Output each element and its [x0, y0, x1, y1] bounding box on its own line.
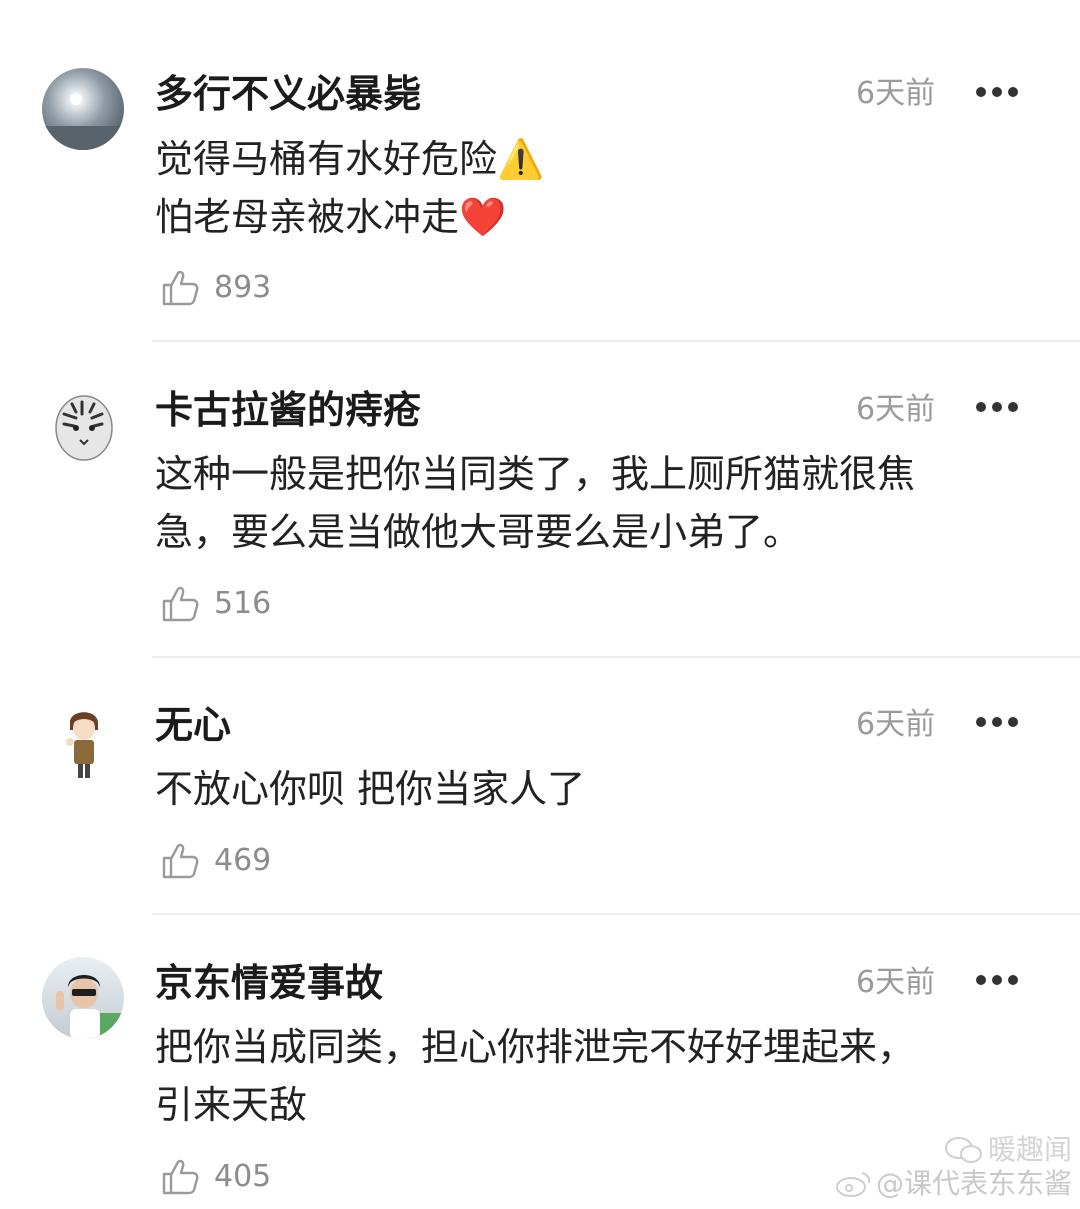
comment-text: 这种一般是把你当同类了，我上厕所猫就很焦 急，要么是当做他大哥要么是小弟了。 [155, 445, 1025, 561]
like-button[interactable]: 893 [160, 266, 271, 310]
thumbs-up-icon [162, 843, 199, 879]
comment-line: 觉得马桶有水好危险⚠️ [155, 137, 545, 181]
tiger-avatar-icon [42, 384, 124, 466]
watermark: 暖趣闻 @课代表东东酱 [834, 1133, 1072, 1201]
wechat-watermark: 暖趣闻 [834, 1133, 1072, 1167]
like-button[interactable]: 469 [160, 839, 271, 883]
comment-line: 怕老母亲被水冲走❤️ [155, 195, 507, 239]
username[interactable]: 京东情爱事故 [155, 959, 383, 1007]
weibo-icon [835, 1172, 871, 1197]
avatar[interactable] [42, 384, 124, 466]
thumbs-up-icon [162, 586, 199, 622]
person-photo-avatar-icon [42, 957, 124, 1039]
timestamp: 6天前 [856, 965, 936, 1000]
thumbs-up-icon [162, 270, 199, 306]
avatar[interactable] [42, 68, 124, 150]
comment-text: 把你当成同类，担心你排泄完不好好埋起来， 引来天敌 [155, 1018, 1025, 1134]
timestamp: 6天前 [856, 707, 936, 742]
like-count: 893 [214, 270, 272, 305]
username[interactable]: 卡古拉酱的痔疮 [155, 386, 421, 434]
divider [152, 656, 1080, 658]
divider [152, 340, 1080, 342]
timestamp: 6天前 [856, 392, 936, 427]
avatar[interactable] [42, 957, 124, 1039]
more-options-icon[interactable] [976, 716, 1018, 728]
weibo-handle: @课代表东东酱 [875, 1167, 1072, 1200]
avatar[interactable] [42, 700, 124, 782]
comment-line: 引来天敌 [155, 1083, 308, 1127]
comment-text: 不放心你呗 把你当家人了 [155, 760, 1025, 818]
cartoon-boy-avatar-icon [42, 700, 124, 782]
comment-line: 把你当成同类，担心你排泄完不好好埋起来， [155, 1025, 916, 1069]
wechat-account-name: 暖趣闻 [987, 1133, 1072, 1166]
like-button[interactable]: 516 [160, 582, 271, 626]
comment-line: 不放心你呗 把你当家人了 [155, 767, 586, 811]
more-options-icon[interactable] [976, 974, 1018, 986]
comment-line: 这种一般是把你当同类了，我上厕所猫就很焦 [155, 452, 916, 496]
comment-text: 觉得马桶有水好危险⚠️ 怕老母亲被水冲走❤️ [155, 130, 1025, 246]
divider [152, 913, 1080, 915]
timestamp: 6天前 [856, 76, 936, 111]
more-options-icon[interactable] [976, 401, 1018, 413]
like-count: 516 [214, 586, 272, 621]
sun-sky-avatar-icon [42, 68, 124, 150]
comment-line: 急，要么是当做他大哥要么是小弟了。 [155, 510, 802, 554]
username[interactable]: 无心 [155, 701, 231, 749]
like-count: 469 [214, 843, 272, 878]
like-button[interactable]: 405 [160, 1155, 271, 1199]
more-options-icon[interactable] [976, 86, 1018, 98]
wechat-icon [944, 1137, 982, 1163]
like-count: 405 [214, 1159, 272, 1194]
username[interactable]: 多行不义必暴毙 [155, 70, 421, 118]
weibo-watermark: @课代表东东酱 [834, 1167, 1072, 1201]
thumbs-up-icon [162, 1159, 199, 1195]
